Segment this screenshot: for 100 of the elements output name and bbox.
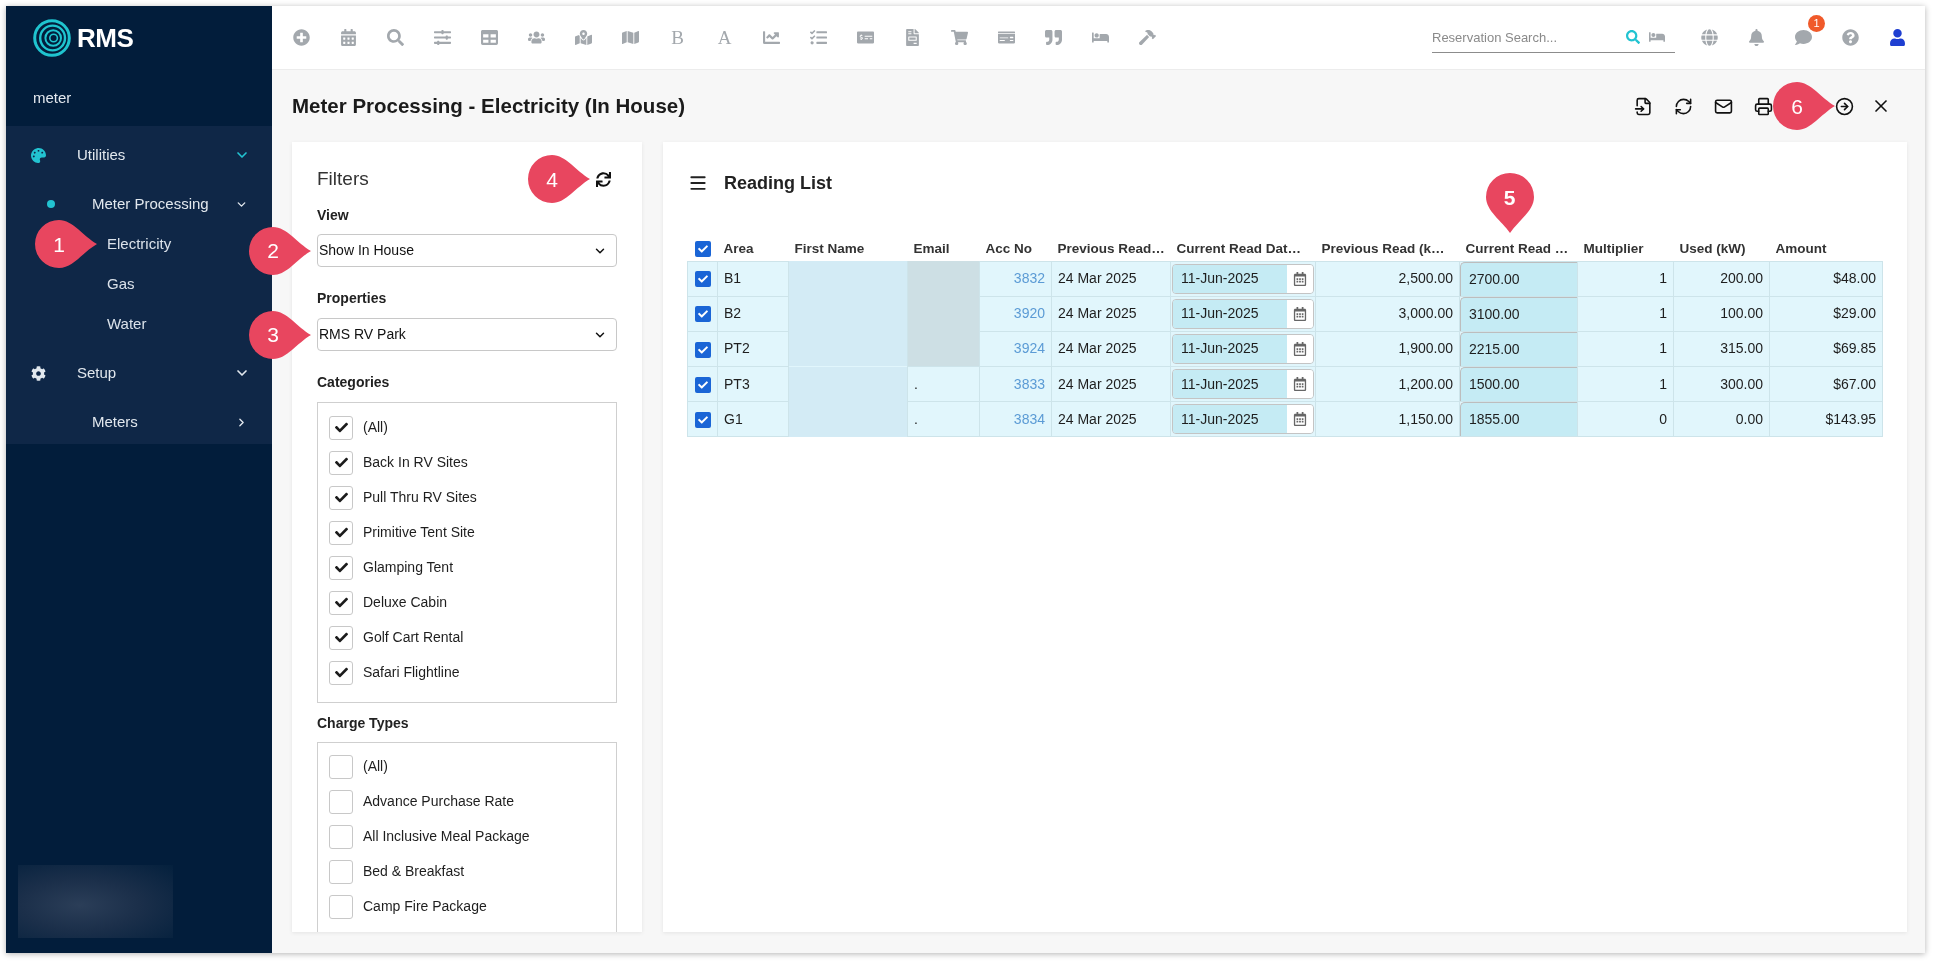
table-cell: G1 xyxy=(717,401,789,437)
row-checkbox[interactable] xyxy=(694,376,711,393)
checkbox[interactable] xyxy=(329,824,353,849)
table-row[interactable]: PT2 3924 24 Mar 2025 11-Jun-2025 1,900.00 2215.00 1 315.00 $69.85 xyxy=(687,331,1883,367)
select-all-checkbox[interactable] xyxy=(694,241,711,258)
map-marker-icon[interactable] xyxy=(575,29,592,46)
reading-input-field[interactable]: 2215.00 xyxy=(1460,331,1577,366)
table-row[interactable]: B2 3920 24 Mar 2025 11-Jun-2025 3,000.00 3100.00 1 100.00 $29.00 xyxy=(687,296,1883,331)
sidebar-subitem[interactable]: Electricity xyxy=(107,232,172,256)
table-cell: 24 Mar 2025 xyxy=(1051,401,1171,437)
calendar-icon[interactable] xyxy=(1293,341,1307,356)
table-cell: 1 xyxy=(1577,331,1674,367)
row-checkbox[interactable] xyxy=(694,306,711,323)
charge-type-label: Camp Fire Package xyxy=(363,897,487,916)
reading-input-field[interactable]: 1855.00 xyxy=(1460,402,1577,436)
column-header[interactable]: Area xyxy=(723,240,754,256)
table-cell: 1 xyxy=(1577,261,1674,296)
checkbox[interactable] xyxy=(329,754,353,779)
charge-type-label: All Inclusive Meal Package xyxy=(363,827,530,846)
arrow-circle-right-icon[interactable] xyxy=(1834,96,1854,116)
table-cell: 1,900.00 xyxy=(1315,331,1460,367)
checkbox[interactable] xyxy=(329,660,353,685)
date-input-field[interactable]: 11-Jun-2025 xyxy=(1172,263,1314,294)
view-select[interactable]: Show In House xyxy=(317,234,617,267)
table-row[interactable]: G1 . 3834 24 Mar 2025 11-Jun-2025 1,150.00 1855.00 0 0.00 $143.95 xyxy=(687,401,1883,437)
table-row[interactable]: B1 3832 24 Mar 2025 11-Jun-2025 2,500.00 2700.00 1 200.00 $48.00 xyxy=(687,261,1883,296)
checkbox[interactable] xyxy=(329,789,353,814)
logo-text: RMS xyxy=(77,25,134,51)
checkmark-icon xyxy=(697,379,708,390)
checklist-icon[interactable] xyxy=(810,29,827,46)
row-checkbox[interactable] xyxy=(694,411,711,428)
calendar-icon[interactable] xyxy=(1293,377,1307,391)
field-label: Categories xyxy=(317,373,390,391)
table-cell: 24 Mar 2025 xyxy=(1051,261,1171,296)
column-header[interactable]: Email xyxy=(913,240,950,256)
reading-input-field[interactable]: 1500.00 xyxy=(1460,367,1577,401)
sidebar-menu-item[interactable]: Utilities xyxy=(6,126,272,184)
table-cell: $143.95 xyxy=(1769,401,1883,437)
checkbox[interactable] xyxy=(329,590,353,615)
row-checkbox[interactable] xyxy=(694,271,711,288)
column-header[interactable]: First Name xyxy=(794,240,865,256)
checkbox[interactable] xyxy=(329,450,353,475)
user-icon[interactable] xyxy=(1889,29,1906,46)
reservation-search-field[interactable]: Reservation Search... xyxy=(1432,22,1626,52)
checkbox[interactable] xyxy=(329,555,353,580)
reading-input-field[interactable]: 2700.00 xyxy=(1460,261,1577,296)
category-label: (All) xyxy=(363,418,388,437)
column-header[interactable]: Current Read … xyxy=(1465,240,1569,256)
checkmark-icon xyxy=(697,274,708,285)
checkbox[interactable] xyxy=(329,485,353,510)
checkbox[interactable] xyxy=(329,625,353,650)
table-row[interactable]: PT3 . 3833 24 Mar 2025 11-Jun-2025 1,200.00 1500.00 1 300.00 $67.00 xyxy=(687,366,1883,402)
column-header[interactable]: Previous Read (k… xyxy=(1321,240,1445,256)
table-cell: 100.00 xyxy=(1673,296,1770,331)
checkmark-icon xyxy=(697,244,708,255)
refresh-icon[interactable] xyxy=(1673,96,1693,116)
category-label: Primitive Tent Site xyxy=(363,523,475,542)
sidebar-submenu-item[interactable]: Meters xyxy=(6,402,272,442)
menu-icon[interactable] xyxy=(688,173,708,193)
date-input-field[interactable]: 11-Jun-2025 xyxy=(1172,333,1314,364)
sidebar-subitem[interactable]: Water xyxy=(107,312,147,336)
column-header[interactable]: Current Read Dat… xyxy=(1176,240,1302,256)
column-header[interactable]: Multiplier xyxy=(1583,240,1644,256)
calendar-icon[interactable] xyxy=(1293,306,1307,321)
step-callout: 2 xyxy=(248,225,312,276)
column-header[interactable]: Previous Read… xyxy=(1057,240,1165,256)
step-callout: 4 xyxy=(527,154,591,204)
column-header[interactable]: Amount xyxy=(1775,240,1827,256)
date-input-field[interactable]: 11-Jun-2025 xyxy=(1172,369,1314,399)
checkbox[interactable] xyxy=(329,415,353,440)
checkbox[interactable] xyxy=(329,520,353,545)
table-cell: 315.00 xyxy=(1673,331,1770,367)
money-check-icon[interactable] xyxy=(857,29,874,46)
category-label: Safari Flightline xyxy=(363,663,460,682)
date-input-field[interactable]: 11-Jun-2025 xyxy=(1172,298,1314,329)
row-checkbox[interactable] xyxy=(694,341,711,358)
table-cell: B2 xyxy=(717,296,789,331)
column-header[interactable]: Used (kW) xyxy=(1679,240,1746,256)
checkbox[interactable] xyxy=(329,859,353,884)
checkmark-icon xyxy=(334,491,348,504)
reading-input-field[interactable]: 3100.00 xyxy=(1460,296,1577,331)
checkbox[interactable] xyxy=(329,894,353,919)
step-callout: 1 xyxy=(34,219,98,269)
refresh-icon[interactable] xyxy=(596,171,611,187)
column-header[interactable]: Acc No xyxy=(985,240,1032,256)
table-cell: 1 xyxy=(1577,366,1674,402)
envelope-icon[interactable] xyxy=(1713,96,1733,116)
file-import-icon[interactable] xyxy=(1633,96,1653,116)
table-cell: PT3 xyxy=(717,366,789,402)
sidebar-subitem[interactable]: Gas xyxy=(107,272,135,296)
printer-icon[interactable] xyxy=(1753,96,1773,116)
calendar-icon[interactable] xyxy=(1293,412,1307,426)
date-input-field[interactable]: 11-Jun-2025 xyxy=(1172,404,1314,434)
property-select[interactable]: RMS RV Park xyxy=(317,318,617,351)
sliders-icon[interactable] xyxy=(434,29,451,46)
table-cell: 200.00 xyxy=(1673,261,1770,296)
calendar-icon[interactable] xyxy=(1293,271,1307,286)
checkmark-icon xyxy=(334,526,348,539)
step-callout: 3 xyxy=(248,309,312,360)
menu-search-field[interactable]: meter xyxy=(33,86,72,110)
